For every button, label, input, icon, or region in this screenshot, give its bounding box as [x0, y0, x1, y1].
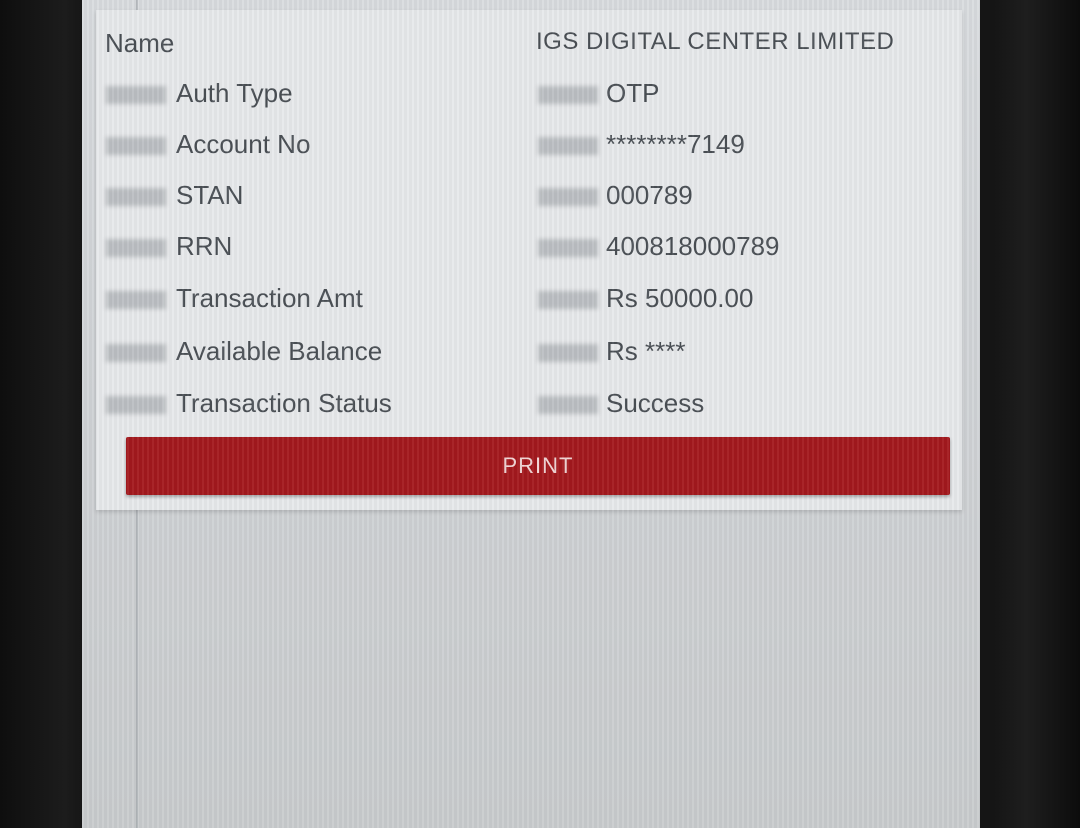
transaction-status-value: Success [606, 388, 705, 418]
redacted-mark [538, 239, 598, 257]
rrn-value: 400818000789 [606, 231, 780, 261]
receipt-row-available-balance: Available Balance Rs **** [96, 336, 962, 380]
redacted-mark [538, 137, 598, 155]
redacted-mark [538, 396, 598, 414]
rrn-label: RRN [176, 231, 233, 261]
redacted-mark [106, 291, 166, 309]
receipt-row-transaction-amt: Transaction Amt Rs 50000.00 [96, 283, 962, 327]
name-label: Name [105, 28, 175, 58]
redacted-mark [538, 86, 598, 104]
transaction-receipt-card: Name IGS DIGITAL CENTER LIMITED Auth Typ… [96, 10, 962, 510]
receipt-row-auth-type: Auth Type OTP [96, 78, 962, 122]
redacted-mark [106, 396, 166, 414]
print-button[interactable]: PRINT [126, 437, 950, 495]
available-balance-label: Available Balance [176, 336, 383, 366]
auth-type-label: Auth Type [176, 78, 293, 108]
stan-value: 000789 [606, 180, 693, 210]
device-frame: Name IGS DIGITAL CENTER LIMITED Auth Typ… [0, 0, 1080, 828]
redacted-mark [538, 344, 598, 362]
receipt-row-rrn: RRN 400818000789 [96, 231, 962, 275]
account-no-label: Account No [176, 129, 311, 159]
available-balance-value: Rs **** [606, 336, 686, 366]
receipt-row-account-no: Account No ********7149 [96, 129, 962, 173]
account-no-value: ********7149 [606, 129, 745, 159]
stan-label: STAN [176, 180, 244, 210]
auth-type-value: OTP [606, 78, 660, 108]
transaction-amt-label: Transaction Amt [176, 283, 363, 313]
receipt-row-stan: STAN 000789 [96, 180, 962, 224]
redacted-mark [106, 86, 166, 104]
transaction-status-label: Transaction Status [176, 388, 392, 418]
redacted-mark [106, 137, 166, 155]
redacted-mark [106, 239, 166, 257]
redacted-mark [106, 188, 166, 206]
redacted-mark [538, 291, 598, 309]
receipt-row-transaction-status: Transaction Status Success [96, 388, 962, 432]
receipt-row-name: Name IGS DIGITAL CENTER LIMITED [96, 28, 962, 72]
name-value: IGS DIGITAL CENTER LIMITED [536, 28, 895, 55]
redacted-mark [106, 344, 166, 362]
terminal-screen: Name IGS DIGITAL CENTER LIMITED Auth Typ… [82, 0, 980, 828]
transaction-amt-value: Rs 50000.00 [606, 283, 754, 313]
redacted-mark [538, 188, 598, 206]
